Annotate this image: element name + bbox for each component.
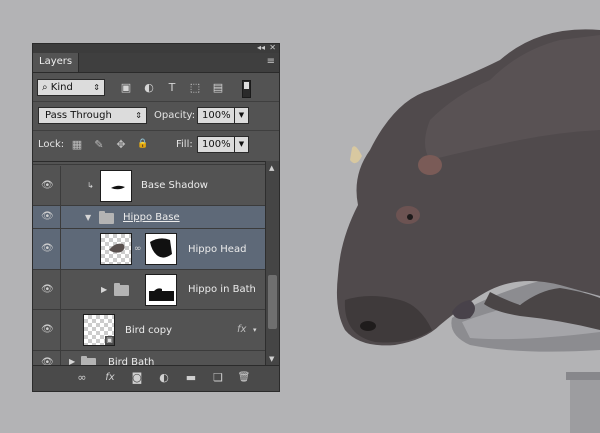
panel-tabbar: Layers ≡ [33, 53, 279, 73]
layer-row-hippo-head[interactable]: 👁 ∞ Hippo Head [33, 229, 265, 270]
eye-icon: 👁 [41, 324, 54, 335]
shape-filter-icon[interactable]: ⬚ [188, 81, 202, 94]
fill-input[interactable]: 100% [197, 136, 235, 153]
opacity-input[interactable]: 100% [197, 107, 235, 124]
panel-footer: ∞ fx ◙ ◐ ▬ ❏ 🗑 [33, 365, 279, 391]
select-arrows-icon: ⇕ [93, 83, 100, 92]
adjustment-layer-icon[interactable]: ◐ [157, 371, 171, 385]
blend-mode-value: Pass Through [45, 110, 112, 121]
lock-transparent-icon[interactable]: ▦ [71, 138, 83, 151]
panel-titlebar: ◂◂ ✕ [33, 43, 279, 53]
fx-badge-icon[interactable]: fx [237, 324, 246, 336]
link-chain-icon[interactable]: ∞ [134, 244, 142, 254]
lock-all-icon[interactable]: 🔒 [137, 138, 149, 151]
folder-icon [114, 283, 129, 296]
visibility-toggle[interactable]: 👁 [33, 229, 61, 269]
lock-move-icon[interactable]: ✥ [115, 138, 127, 151]
select-arrows-icon: ⇕ [135, 111, 142, 120]
layer-name[interactable]: Hippo in Bath [188, 284, 256, 296]
filter-row: ⌕ Kind ⇕ ▣ ◐ T ⬚ ▤ [33, 77, 279, 99]
layer-mask-thumbnail[interactable] [145, 233, 177, 265]
search-icon: ⌕ [42, 82, 48, 93]
eye-icon: 👁 [41, 283, 54, 295]
visibility-toggle[interactable]: 👁 [33, 206, 61, 228]
list-item-partial [33, 162, 265, 165]
eye-icon: 👁 [41, 211, 54, 222]
blend-row: Pass Through ⇕ Opacity: 100% ▼ [33, 105, 279, 127]
layer-row-base-shadow[interactable]: 👁 ↳ Base Shadow [33, 166, 265, 206]
type-filter-icon[interactable]: T [165, 81, 179, 94]
layer-row-bird-copy[interactable]: 👁 ▣ Bird copy fx ▾ [33, 310, 265, 351]
adjustment-filter-icon[interactable]: ◐ [142, 81, 156, 94]
visibility-toggle[interactable]: 👁 [33, 310, 61, 350]
filter-kind-label: Kind [50, 82, 73, 93]
fx-expand-icon[interactable]: ▾ [253, 325, 257, 335]
layer-row-hippo-in-bath[interactable]: 👁 ▶ Hippo in Bath [33, 270, 265, 310]
lock-row: Lock: ▦ ✎ ✥ 🔒 Fill: 100% ▼ [33, 134, 279, 156]
pixel-filter-icon[interactable]: ▣ [119, 81, 133, 94]
link-layers-icon[interactable]: ∞ [75, 371, 89, 385]
delete-layer-icon[interactable]: 🗑 [237, 371, 251, 385]
clipping-arrow-icon: ↳ [87, 181, 94, 190]
smartobject-filter-icon[interactable]: ▤ [211, 81, 225, 94]
layer-name[interactable]: Bird copy [125, 325, 172, 337]
scroll-up-icon[interactable]: ▲ [269, 164, 274, 172]
fill-dropdown-icon[interactable]: ▼ [234, 136, 249, 153]
visibility-toggle[interactable]: 👁 [33, 270, 61, 309]
layer-thumbnail [100, 233, 132, 265]
visibility-toggle[interactable]: 👁 [33, 166, 61, 205]
group-expand-icon[interactable]: ▼ [85, 213, 91, 223]
layers-scrollbar[interactable]: ▲ ▼ [265, 161, 279, 366]
layers-list[interactable]: 👁 ↳ Base Shadow 👁 ▼ Hippo Base 👁 ∞ Hippo [33, 161, 265, 367]
smart-object-icon: ▣ [105, 336, 114, 345]
blend-mode-select[interactable]: Pass Through ⇕ [38, 107, 147, 124]
layer-thumbnail [100, 170, 132, 202]
opacity-dropdown-icon[interactable]: ▼ [234, 107, 249, 124]
new-layer-icon[interactable]: ❏ [211, 371, 225, 385]
filter-kind-select[interactable]: ⌕ Kind ⇕ [37, 79, 105, 96]
filter-toggle[interactable] [242, 80, 251, 98]
fill-label: Fill: [176, 139, 193, 150]
scrollbar-thumb[interactable] [268, 275, 277, 329]
folder-icon [99, 211, 114, 224]
layer-thumbnail: ▣ [83, 314, 115, 346]
layer-name[interactable]: Hippo Base [123, 212, 180, 224]
layer-row-hippo-base[interactable]: 👁 ▼ Hippo Base [33, 206, 265, 229]
new-group-icon[interactable]: ▬ [184, 371, 198, 385]
panel-menu-icon[interactable]: ≡ [267, 56, 275, 68]
eye-icon: 👁 [41, 179, 54, 191]
lock-label: Lock: [38, 139, 65, 150]
fx-icon[interactable]: fx [103, 371, 117, 385]
opacity-label: Opacity: [154, 110, 196, 121]
group-collapsed-icon[interactable]: ▶ [101, 285, 107, 295]
tab-layers[interactable]: Layers [33, 53, 80, 72]
layers-panel: ◂◂ ✕ Layers ≡ ⌕ Kind ⇕ ▣ ◐ T ⬚ ▤ Pass Th… [32, 43, 280, 392]
eye-icon: 👁 [41, 243, 54, 254]
layer-mask-thumbnail[interactable] [145, 274, 177, 306]
layer-name[interactable]: Hippo Head [188, 244, 246, 256]
scroll-down-icon[interactable]: ▼ [269, 355, 274, 363]
layer-name[interactable]: Base Shadow [141, 180, 208, 192]
add-mask-icon[interactable]: ◙ [130, 371, 144, 385]
lock-brush-icon[interactable]: ✎ [93, 138, 105, 151]
